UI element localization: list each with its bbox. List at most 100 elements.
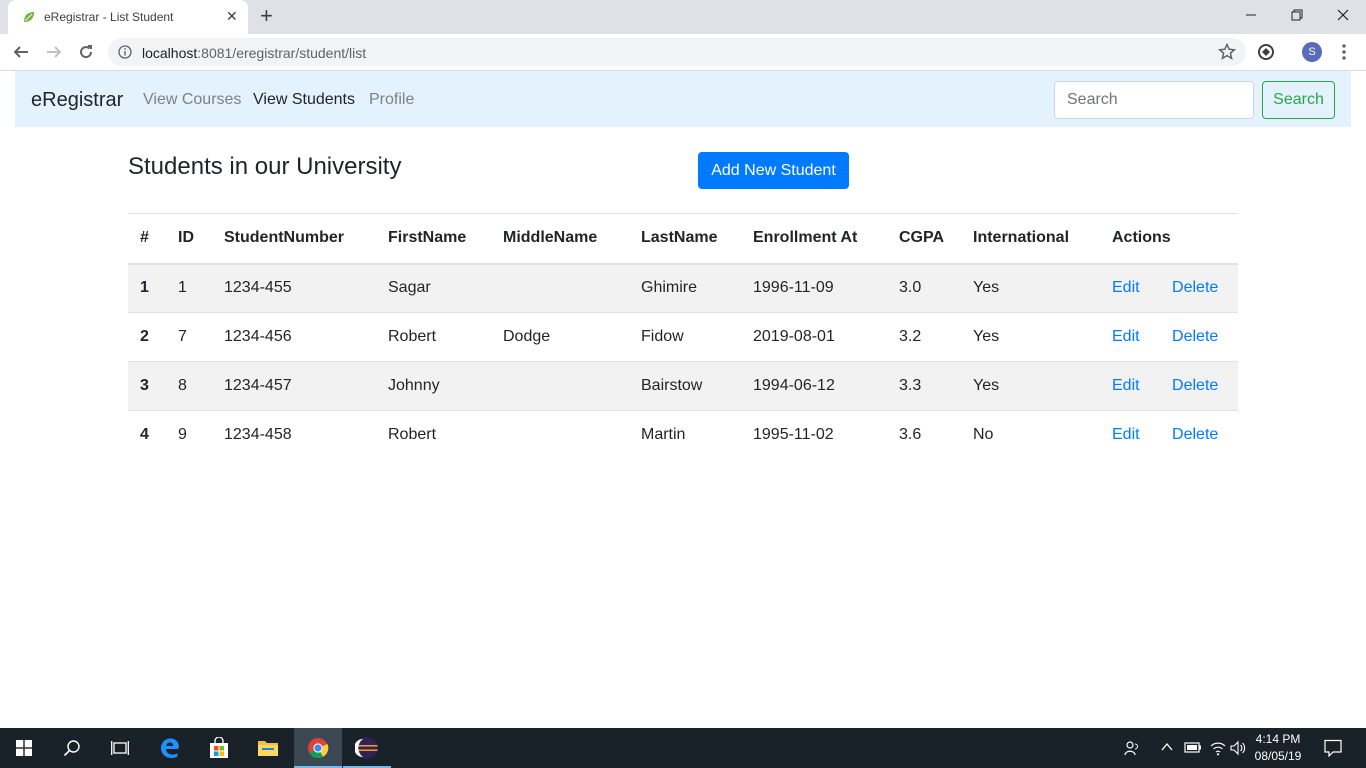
page-title: Students in our University	[128, 153, 402, 180]
cell-international: Yes	[961, 361, 1100, 411]
back-icon[interactable]	[10, 41, 32, 63]
cell-last-name: Ghimire	[641, 279, 698, 297]
students-table: # ID StudentNumber FirstName MiddleName …	[128, 213, 1238, 460]
maximize-icon[interactable]	[1274, 0, 1320, 30]
clock-time: 4:14 PM	[1255, 732, 1301, 746]
cell-student-number: 1234-455	[224, 279, 292, 297]
file-explorer-icon[interactable]	[244, 728, 292, 768]
url-host: localhost	[142, 45, 198, 61]
star-icon[interactable]	[1218, 43, 1236, 61]
page-viewport: eRegistrar View Courses View Students Pr…	[0, 71, 1366, 728]
battery-icon[interactable]	[1184, 740, 1202, 754]
clock-date: 08/05/19	[1254, 749, 1302, 763]
edit-link[interactable]: Edit	[1112, 279, 1140, 296]
eclipse-icon[interactable]	[343, 728, 391, 768]
column-header-last-name: LastName	[629, 213, 741, 265]
cell-international: Yes	[961, 312, 1100, 362]
table-row: 1 1 1234-455 Sagar Ghimire 1996-11-09 3.…	[128, 263, 1238, 313]
url-text[interactable]: localhost:8081/eregistrar/student/list	[142, 45, 366, 61]
task-view-icon[interactable]	[96, 728, 144, 768]
edit-link[interactable]: Edit	[1112, 328, 1140, 345]
cell-cgpa: 3.2	[887, 312, 961, 362]
nav-view-students[interactable]: View Students	[253, 91, 355, 109]
cell-row-number: 4	[128, 410, 166, 460]
cell-id: 9	[166, 410, 212, 460]
store-icon[interactable]	[195, 728, 243, 768]
cell-row-number: 2	[128, 312, 166, 362]
cell-last-name: Fidow	[629, 312, 741, 362]
cell-actions: Edit Delete	[1100, 410, 1238, 460]
brand-link[interactable]: eRegistrar	[31, 89, 123, 112]
windows-start-icon[interactable]	[0, 728, 48, 768]
search-icon[interactable]	[48, 728, 96, 768]
new-tab-button[interactable]: +	[260, 3, 273, 29]
people-icon[interactable]	[1124, 740, 1140, 756]
delete-link[interactable]: Delete	[1172, 328, 1218, 345]
cell-enrollment: 1996-11-09	[753, 279, 834, 297]
nav-view-courses[interactable]: View Courses	[143, 91, 241, 109]
cell-international: No	[961, 410, 1100, 460]
chrome-icon[interactable]	[294, 728, 342, 768]
cell-student-number: 1234-457	[212, 361, 376, 411]
cell-first-name: Sagar	[388, 279, 431, 297]
edit-link[interactable]: Edit	[1112, 426, 1140, 443]
browser-tabstrip: eRegistrar - List Student ✕ +	[0, 0, 1366, 34]
cell-id: 7	[166, 312, 212, 362]
cell-international: Yes	[973, 279, 1000, 297]
cell-actions: Edit Delete	[1100, 264, 1238, 313]
tab-close-icon[interactable]: ✕	[226, 8, 238, 25]
delete-link[interactable]: Delete	[1172, 377, 1218, 394]
table-row: 4 9 1234-458 Robert Martin 1995-11-02 3.…	[128, 410, 1238, 460]
browser-toolbar: localhost:8081/eregistrar/student/list	[0, 34, 1366, 71]
add-new-student-button[interactable]: Add New Student	[698, 152, 849, 189]
reload-icon[interactable]	[75, 41, 97, 63]
cell-enrollment: 1994-06-12	[741, 361, 887, 411]
notification-icon[interactable]	[1324, 739, 1342, 757]
edit-link[interactable]: Edit	[1112, 377, 1140, 394]
chevron-up-icon[interactable]	[1160, 740, 1174, 754]
profile-avatar[interactable]: S	[1302, 42, 1322, 62]
search-input[interactable]	[1054, 81, 1254, 119]
top-navbar: eRegistrar View Courses View Students Pr…	[15, 71, 1351, 127]
column-header-id: ID	[166, 213, 212, 265]
cell-middle-name	[491, 410, 629, 460]
cell-actions: Edit Delete	[1100, 361, 1238, 411]
column-header-enrollment: Enrollment At	[741, 213, 887, 265]
delete-link[interactable]: Delete	[1172, 426, 1218, 443]
search-button[interactable]: Search	[1262, 81, 1335, 119]
forward-icon[interactable]	[43, 41, 65, 63]
cell-first-name: Johnny	[376, 361, 491, 411]
column-header-student-number: StudentNumber	[212, 213, 376, 265]
cell-middle-name	[491, 264, 629, 313]
cell-first-name: Robert	[376, 312, 491, 362]
minimize-icon[interactable]	[1228, 0, 1274, 30]
cell-middle-name	[491, 361, 629, 411]
cell-id: 8	[166, 361, 212, 411]
table-row: 3 8 1234-457 Johnny Bairstow 1994-06-12 …	[128, 361, 1238, 411]
cell-middle-name: Dodge	[491, 312, 629, 362]
cell-last-name: Martin	[629, 410, 741, 460]
volume-icon[interactable]	[1230, 740, 1246, 756]
windows-taskbar: 4:14 PM 08/05/19	[0, 728, 1366, 768]
system-clock[interactable]: 4:14 PM 08/05/19	[1246, 731, 1310, 765]
cell-cgpa: 3.0	[899, 279, 922, 297]
menu-icon[interactable]	[1336, 42, 1352, 62]
cell-row-number: 3	[128, 361, 166, 411]
nav-profile[interactable]: Profile	[369, 91, 414, 109]
delete-link[interactable]: Delete	[1172, 279, 1218, 296]
cell-cgpa: 3.3	[887, 361, 961, 411]
sync-icon[interactable]	[1256, 42, 1276, 62]
browser-tab[interactable]: eRegistrar - List Student ✕	[8, 0, 248, 34]
wifi-icon[interactable]	[1210, 740, 1226, 756]
address-bar[interactable]: localhost:8081/eregistrar/student/list	[108, 38, 1246, 66]
column-header-international: International	[961, 213, 1100, 265]
cell-last-name: Bairstow	[629, 361, 741, 411]
spring-leaf-icon	[24, 12, 34, 22]
edge-icon[interactable]	[146, 728, 194, 768]
column-header-num: #	[128, 213, 166, 265]
cell-first-name: Robert	[376, 410, 491, 460]
cell-cgpa: 3.6	[887, 410, 961, 460]
close-icon[interactable]	[1320, 0, 1366, 30]
cell-enrollment: 1995-11-02	[741, 410, 887, 460]
info-icon[interactable]	[118, 45, 132, 59]
